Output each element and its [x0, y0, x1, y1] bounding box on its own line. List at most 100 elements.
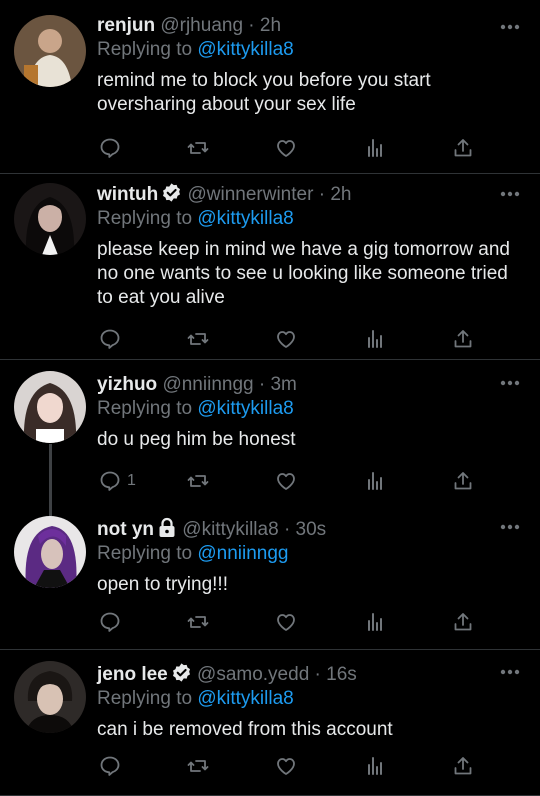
tweet[interactable]: renjun @rjhuang · 2h Replying to @kittyk…: [0, 0, 540, 174]
more-icon[interactable]: [500, 380, 520, 386]
timestamp[interactable]: 2h: [260, 15, 281, 36]
separator-dot: ·: [258, 374, 266, 395]
tweet[interactable]: wintuh @winnerwinter · 2h Replying to @k…: [0, 174, 540, 360]
display-name[interactable]: not yn: [97, 519, 154, 540]
reply-icon: [100, 471, 120, 491]
tweet[interactable]: not yn @kittykilla8 · 30s Replying to @n…: [0, 504, 540, 650]
display-name[interactable]: wintuh: [97, 184, 158, 205]
reply-button[interactable]: [98, 136, 127, 160]
tweet-text: can i be removed from this account: [97, 719, 393, 740]
reply-icon: [100, 138, 120, 158]
analytics-button[interactable]: [363, 469, 387, 493]
share-icon: [454, 330, 472, 348]
replying-to: Replying to @kittykilla8: [97, 397, 526, 421]
replying-to-link[interactable]: @kittykilla8: [197, 398, 293, 419]
tweet-header: yizhuo @nniinngg · 3m: [97, 373, 526, 397]
like-button[interactable]: [274, 610, 298, 634]
user-handle: @samo.yedd: [197, 664, 310, 685]
user-handle: @kittykilla8: [182, 519, 279, 540]
replying-to-link[interactable]: @kittykilla8: [197, 688, 293, 709]
display-name[interactable]: yizhuo: [97, 374, 157, 395]
analytics-icon: [368, 472, 382, 490]
reply-button[interactable]: [98, 754, 127, 778]
separator-dot: ·: [283, 519, 291, 540]
analytics-button[interactable]: [363, 327, 387, 351]
share-icon: [454, 757, 472, 775]
retweet-icon: [187, 760, 209, 772]
retweet-button[interactable]: [186, 327, 210, 351]
replying-to-link[interactable]: @kittykilla8: [197, 208, 293, 229]
tweet-header: renjun @rjhuang · 2h: [97, 14, 526, 38]
analytics-button[interactable]: [363, 136, 387, 160]
replying-to-link[interactable]: @kittykilla8: [197, 39, 293, 60]
retweet-icon: [187, 475, 209, 487]
reply-button[interactable]: [98, 610, 127, 634]
separator-dot: ·: [318, 184, 326, 205]
thread-connector: [49, 444, 52, 504]
avatar[interactable]: [14, 371, 86, 443]
share-button[interactable]: [451, 327, 475, 351]
analytics-button[interactable]: [363, 610, 387, 634]
more-icon[interactable]: [500, 669, 520, 675]
avatar[interactable]: [14, 516, 86, 588]
display-name[interactable]: jeno lee: [97, 664, 168, 685]
tweet[interactable]: yizhuo @nniinngg · 3m Replying to @kitty…: [0, 360, 540, 504]
share-button[interactable]: [451, 754, 475, 778]
like-icon: [277, 614, 295, 631]
user-handle: @winnerwinter: [187, 184, 314, 205]
reply-icon: [100, 329, 120, 349]
tweet-actions: [98, 610, 478, 634]
tweet-text: please keep in mind we have a gig tomorr…: [97, 239, 510, 308]
replying-to-label: Replying to: [97, 688, 193, 709]
replying-to-link[interactable]: @nniinngg: [197, 543, 288, 564]
reply-button[interactable]: [98, 327, 127, 351]
reply-count: 1: [127, 472, 136, 489]
reply-feed: renjun @rjhuang · 2h Replying to @kittyk…: [0, 0, 540, 796]
timestamp[interactable]: 16s: [326, 664, 357, 685]
retweet-button[interactable]: [186, 469, 210, 493]
share-icon: [454, 472, 472, 490]
like-button[interactable]: [274, 136, 298, 160]
analytics-icon: [368, 139, 382, 157]
like-button[interactable]: [274, 327, 298, 351]
share-button[interactable]: [451, 469, 475, 493]
timestamp[interactable]: 30s: [296, 519, 327, 540]
more-icon[interactable]: [500, 191, 520, 197]
display-name[interactable]: renjun: [97, 15, 155, 36]
retweet-icon: [187, 142, 209, 154]
avatar[interactable]: [14, 183, 86, 255]
avatar[interactable]: [14, 15, 86, 87]
replying-to-label: Replying to: [97, 39, 193, 60]
like-icon: [277, 758, 295, 775]
retweet-icon: [187, 616, 209, 628]
replying-to: Replying to @kittykilla8: [97, 38, 526, 62]
analytics-button[interactable]: [363, 754, 387, 778]
share-button[interactable]: [451, 136, 475, 160]
replying-to-label: Replying to: [97, 208, 193, 229]
more-icon[interactable]: [500, 24, 520, 30]
more-icon[interactable]: [500, 524, 520, 530]
like-icon: [277, 140, 295, 157]
like-button[interactable]: [274, 469, 298, 493]
separator-dot: ·: [314, 664, 321, 685]
share-button[interactable]: [451, 610, 475, 634]
tweet-text: do u peg him be honest: [97, 429, 296, 450]
tweet-actions: 1: [98, 469, 478, 493]
replying-to-label: Replying to: [97, 543, 193, 564]
lock-icon: [159, 517, 175, 537]
reply-button[interactable]: 1: [98, 469, 136, 493]
share-icon: [454, 613, 472, 631]
timestamp[interactable]: 2h: [330, 184, 351, 205]
timestamp[interactable]: 3m: [270, 374, 296, 395]
user-handle: @nniinngg: [162, 374, 254, 395]
reply-icon: [100, 612, 120, 632]
tweet[interactable]: jeno lee @samo.yedd · 16s Replying to @k…: [0, 650, 540, 796]
tweet-actions: [98, 327, 478, 351]
analytics-icon: [368, 330, 382, 348]
retweet-button[interactable]: [186, 754, 210, 778]
analytics-icon: [368, 757, 382, 775]
avatar[interactable]: [14, 661, 86, 733]
retweet-button[interactable]: [186, 610, 210, 634]
like-button[interactable]: [274, 754, 298, 778]
retweet-button[interactable]: [186, 136, 210, 160]
